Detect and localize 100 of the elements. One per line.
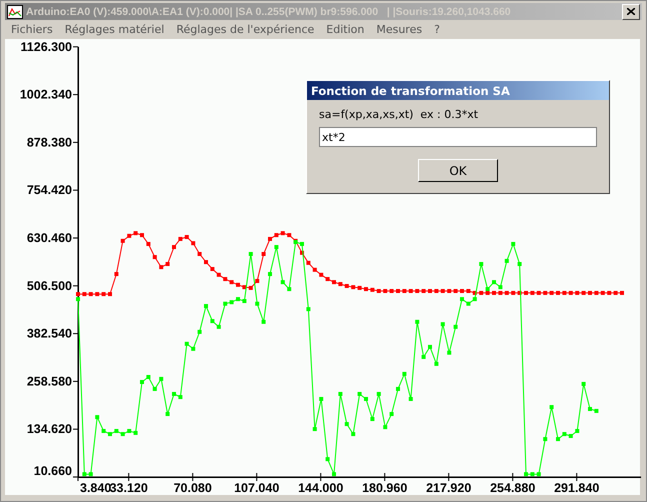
- data-point: [383, 425, 388, 430]
- data-point: [383, 289, 388, 293]
- data-point: [184, 235, 189, 240]
- data-point: [166, 262, 170, 266]
- data-point: [280, 280, 285, 284]
- data-point: [562, 432, 566, 436]
- data-point: [472, 290, 477, 295]
- data-point: [536, 290, 541, 295]
- x-tick-label: 291.840: [554, 481, 600, 495]
- data-point: [530, 472, 534, 476]
- data-point: [447, 289, 452, 293]
- data-point: [504, 258, 509, 263]
- menu-item[interactable]: Edition: [326, 23, 364, 36]
- data-point: [319, 272, 324, 277]
- data-point: [472, 297, 477, 302]
- data-point: [287, 287, 292, 292]
- data-point: [262, 252, 266, 256]
- data-point: [262, 320, 266, 324]
- data-point: [428, 289, 432, 293]
- data-point: [479, 290, 484, 295]
- data-point: [440, 322, 445, 326]
- data-point: [306, 260, 310, 265]
- data-point: [396, 289, 400, 293]
- data-point: [422, 289, 426, 293]
- data-point: [524, 290, 528, 295]
- data-point: [140, 380, 144, 384]
- x-tick-label: 33.120: [110, 481, 148, 495]
- dialog-title: Fonction de transformation SA: [307, 81, 609, 100]
- x-tick-label: 3.840: [80, 481, 112, 495]
- data-point: [575, 428, 580, 433]
- data-point: [511, 242, 516, 246]
- data-point: [370, 288, 374, 292]
- data-point: [127, 234, 132, 238]
- data-point: [543, 290, 548, 295]
- data-point: [248, 286, 253, 290]
- data-point: [134, 430, 138, 435]
- data-point: [312, 268, 317, 272]
- data-point: [524, 472, 528, 476]
- menu-item[interactable]: Mesures: [376, 23, 422, 36]
- y-tick-label: 1002.340: [20, 88, 72, 102]
- y-tick-label: 506.500: [26, 278, 72, 293]
- chart-icon: [7, 4, 23, 18]
- data-point: [146, 375, 150, 379]
- data-point: [236, 282, 240, 287]
- close-icon: [627, 8, 635, 15]
- data-point: [204, 260, 208, 264]
- y-tick-label: 382.540: [26, 326, 72, 341]
- ok-button[interactable]: OK: [418, 159, 498, 182]
- data-point: [466, 302, 470, 306]
- data-point: [428, 344, 432, 349]
- data-point: [140, 233, 144, 238]
- y-tick-label: 258.580: [26, 374, 72, 388]
- data-point: [582, 290, 586, 295]
- data-point: [146, 242, 150, 246]
- data-point: [588, 407, 592, 411]
- data-point: [120, 432, 125, 436]
- data-point: [460, 289, 464, 293]
- data-point: [344, 422, 349, 426]
- prompt-text: sa=f(xp,xa,xs,xt) ex : 0.3*xt: [319, 108, 480, 121]
- menu-item[interactable]: Fichiers: [11, 23, 53, 36]
- data-point: [504, 290, 509, 295]
- data-point: [108, 292, 112, 296]
- close-button[interactable]: [622, 4, 640, 20]
- data-point: [492, 280, 496, 284]
- data-point: [312, 427, 317, 432]
- x-tick-label: 70.080: [174, 481, 212, 495]
- data-point: [351, 432, 356, 436]
- data-point: [454, 324, 458, 329]
- data-point: [358, 286, 362, 290]
- data-point: [268, 236, 272, 241]
- data-point: [280, 231, 285, 236]
- data-point: [255, 278, 260, 283]
- data-point: [127, 428, 132, 433]
- data-point: [556, 437, 560, 442]
- data-point: [351, 285, 356, 290]
- menu-item[interactable]: ?: [434, 23, 440, 36]
- data-point: [204, 304, 208, 308]
- data-point: [191, 241, 196, 246]
- data-point: [108, 432, 112, 436]
- data-point: [102, 428, 106, 433]
- x-tick-label: 144.000: [298, 481, 344, 495]
- data-point: [466, 289, 470, 293]
- data-point: [600, 290, 605, 295]
- data-point: [88, 292, 93, 296]
- menu-item[interactable]: Réglages de l'expérience: [176, 23, 314, 36]
- data-point: [248, 252, 253, 256]
- data-point: [159, 265, 164, 270]
- data-point: [242, 299, 246, 304]
- data-point: [376, 392, 381, 396]
- input-field[interactable]: xt*2: [319, 127, 597, 147]
- data-point: [332, 280, 336, 284]
- x-tick-label: 107.040: [234, 481, 280, 495]
- data-point: [568, 290, 573, 295]
- menu-item[interactable]: Réglages matériel: [64, 23, 164, 36]
- data-point: [568, 434, 573, 438]
- data-point: [332, 472, 336, 476]
- data-point: [230, 300, 234, 304]
- data-point: [620, 290, 624, 295]
- data-point: [447, 350, 452, 355]
- data-point: [191, 346, 196, 351]
